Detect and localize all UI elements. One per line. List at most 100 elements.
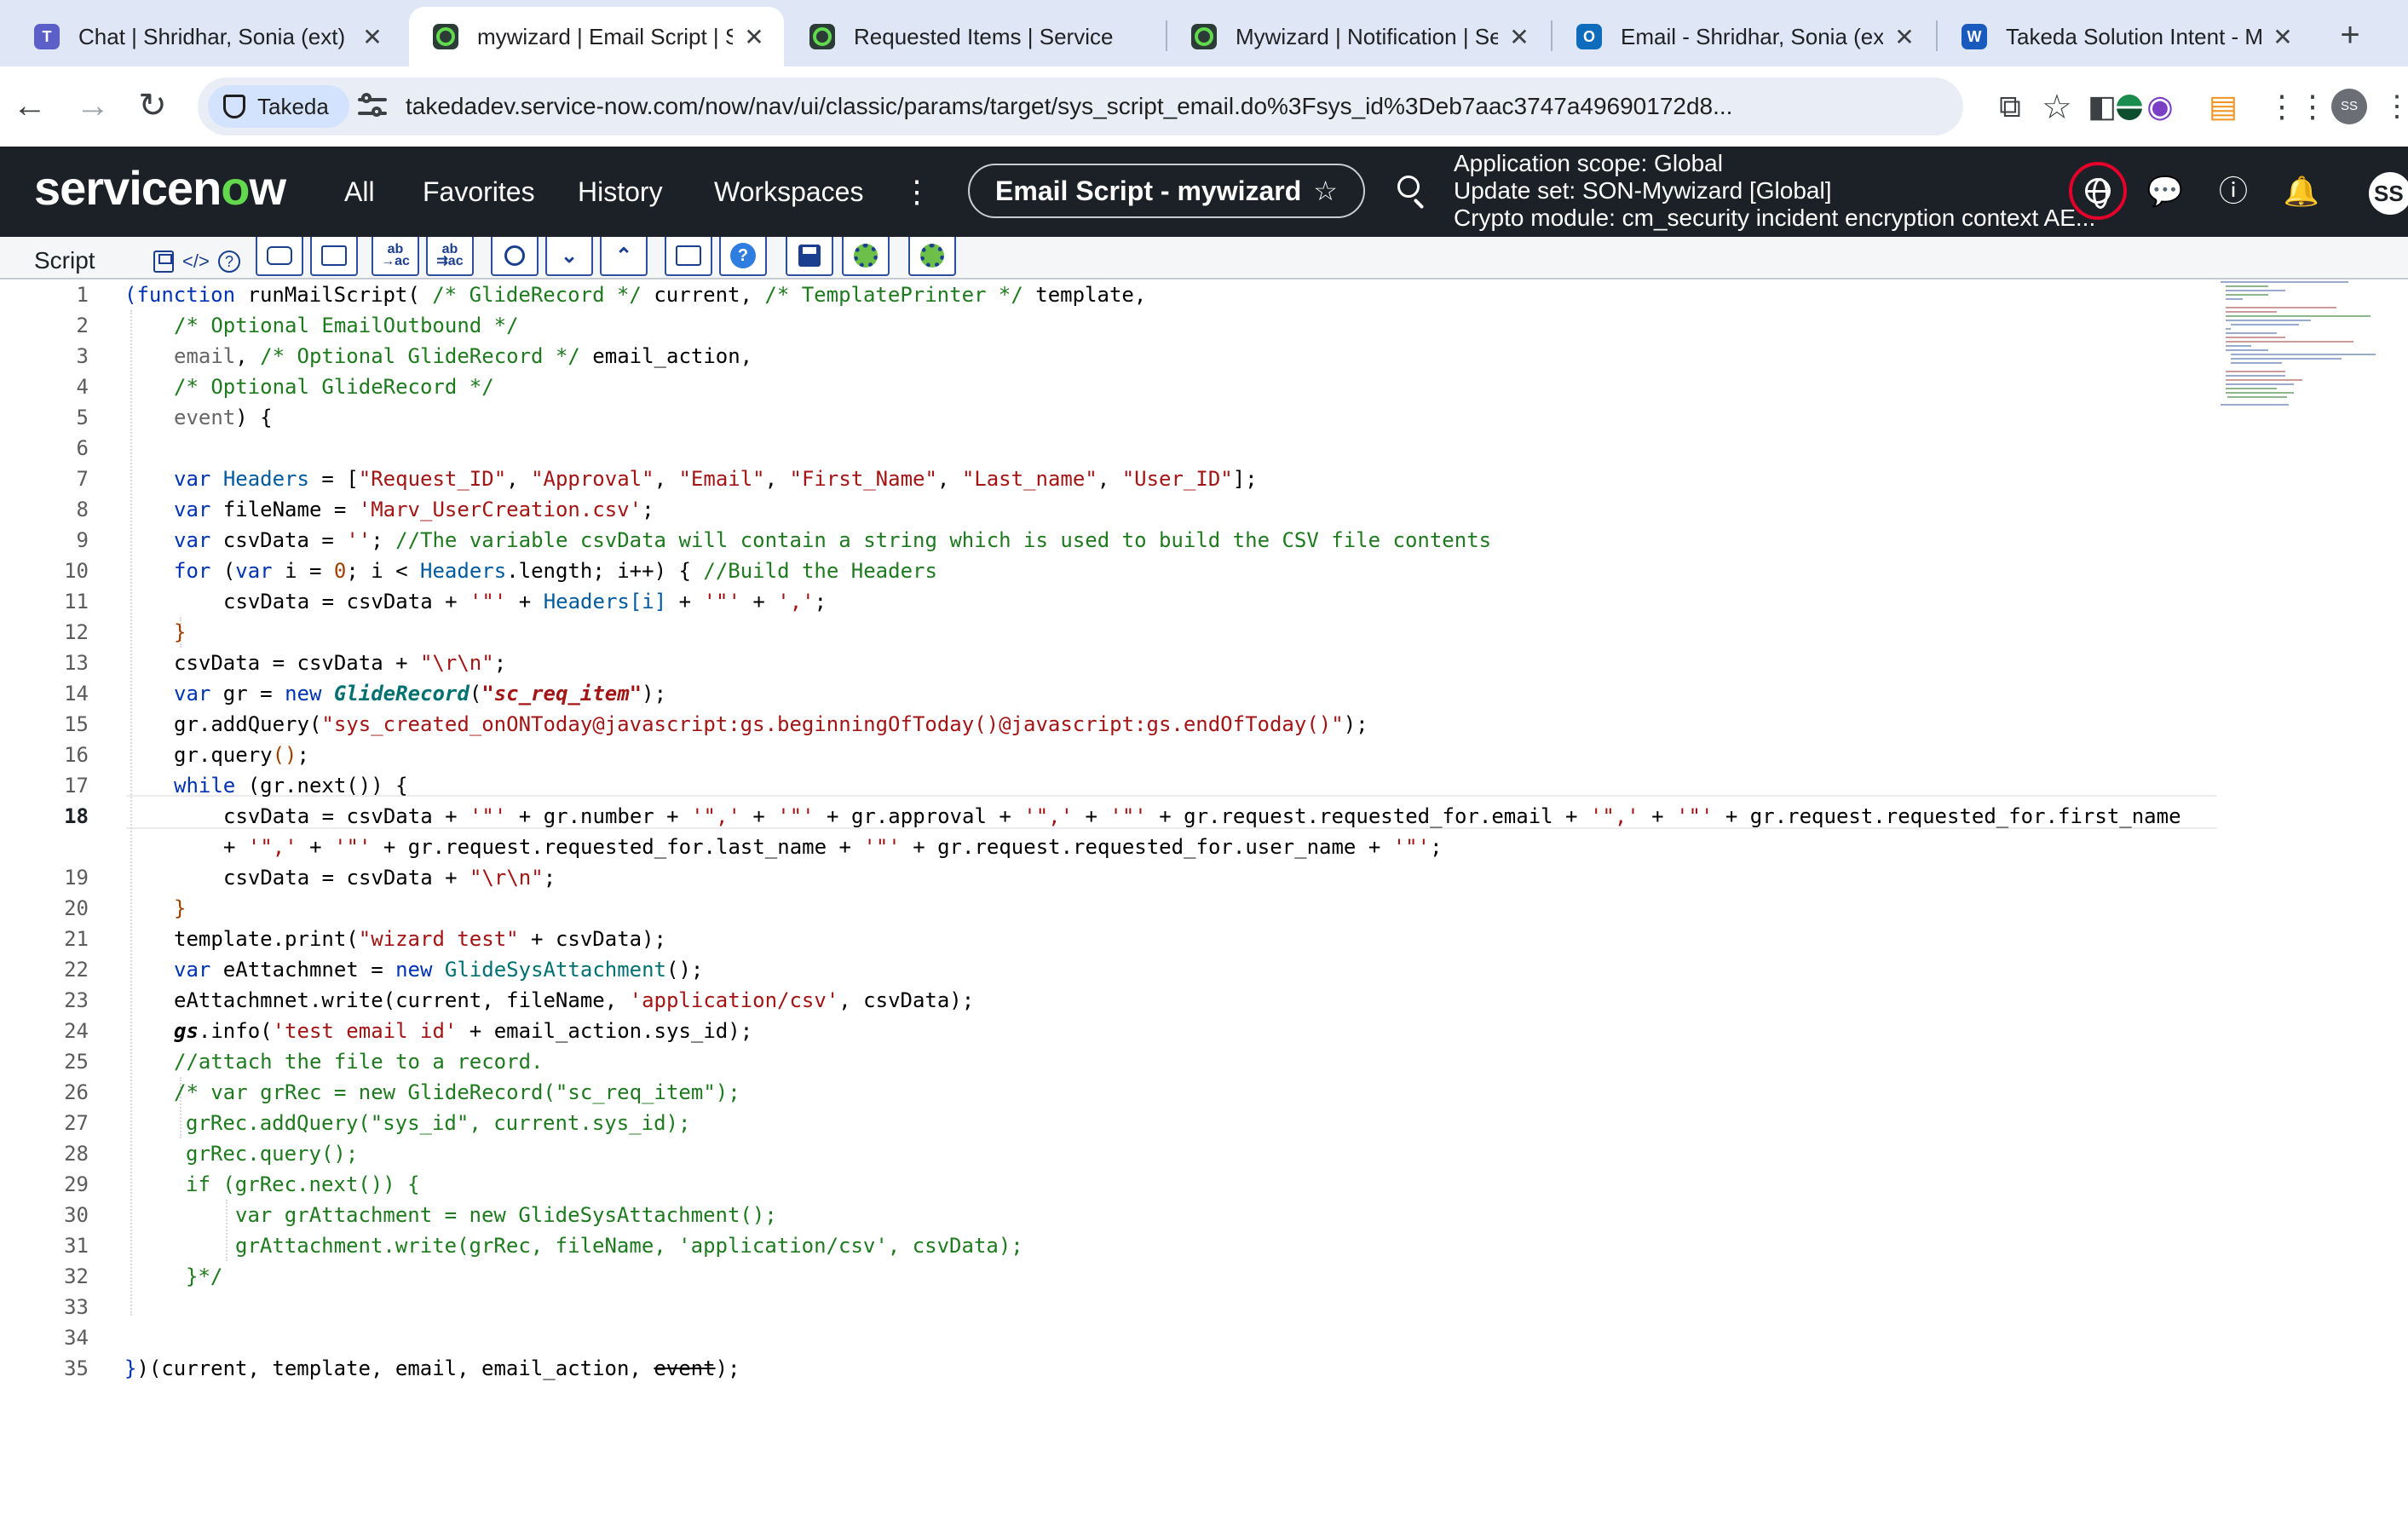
code-line[interactable]: gr.query(); [124, 740, 309, 770]
scope-info[interactable]: Application scope: Global Update set: SO… [1454, 150, 2095, 232]
back-arrow-icon[interactable]: ← [7, 84, 53, 130]
line-number: 28 [64, 1142, 89, 1166]
fullscreen-button[interactable] [665, 237, 712, 276]
close-icon[interactable]: ✕ [2270, 23, 2296, 51]
reload-icon[interactable]: ↻ [130, 84, 176, 130]
script-tracer-button[interactable] [908, 237, 956, 276]
record-title-pill[interactable]: Email Script - mywizard ☆ [968, 164, 1365, 218]
bookmark-star-icon[interactable]: ☆ [2042, 88, 2072, 127]
code-line[interactable]: var gr = new GlideRecord("sc_req_item"); [124, 678, 666, 709]
line-number: 32 [64, 1264, 89, 1288]
profile-avatar[interactable]: SS [2331, 89, 2367, 124]
code-line[interactable]: eAttachmnet.write(current, fileName, 'ap… [124, 985, 974, 1016]
close-icon[interactable]: ✕ [741, 23, 767, 51]
search-code-button[interactable] [491, 237, 539, 276]
code-line[interactable]: /* Optional EmailOutbound */ [124, 310, 519, 341]
globe-icon[interactable] [2085, 178, 2111, 209]
tab-label: Chat | Shridhar, Sonia (ext) [78, 23, 346, 49]
code-line[interactable]: /* var grRec = new GlideRecord("sc_req_i… [124, 1077, 740, 1108]
search-icon[interactable] [1397, 176, 1430, 210]
nav-all[interactable]: All [344, 147, 375, 237]
code-line[interactable]: grRec.query(); [124, 1138, 358, 1169]
code-line[interactable]: email, /* Optional GlideRecord */ email_… [124, 341, 752, 371]
code-line[interactable]: } [124, 893, 186, 924]
format-code-button[interactable] [310, 237, 358, 276]
site-chip-label: Takeda [257, 93, 329, 119]
line-number: 24 [64, 1019, 89, 1043]
close-icon[interactable]: ✕ [1892, 23, 1917, 51]
editor-help-button[interactable]: ? [719, 237, 767, 276]
code-line[interactable]: csvData = csvData + "\r\n"; [124, 862, 556, 893]
code-line[interactable]: var Headers = ["Request_ID", "Approval",… [124, 464, 1258, 494]
code-line[interactable]: (function runMailScript( /* GlideRecord … [124, 279, 1146, 310]
browser-tab-teams-chat[interactable]: T Chat | Shridhar, Sonia (ext) ✕ [10, 7, 402, 66]
code-line[interactable]: grRec.addQuery("sys_id", current.sys_id)… [124, 1108, 690, 1138]
code-line[interactable]: gr.addQuery("sys_created_onONToday@javas… [124, 709, 1368, 740]
code-line[interactable]: }*/ [124, 1261, 222, 1292]
word-icon: W [1962, 24, 1987, 49]
browser-tab-notification[interactable]: Mywizard | Notification | ServiceNow ✕ [1167, 7, 1549, 66]
code-line[interactable]: var csvData = ''; //The variable csvData… [124, 525, 1491, 556]
code-minimap[interactable] [2221, 279, 2376, 407]
code-line[interactable]: } [124, 617, 186, 648]
code-line[interactable]: while (gr.next()) { [124, 770, 408, 801]
replace-all-button[interactable]: ab ⇉ac [426, 237, 474, 276]
line-number: 5 [76, 406, 89, 429]
notes-extension-icon[interactable]: ▤ [2202, 85, 2244, 128]
apps-grid-icon[interactable]: ⋮⋮ [2267, 85, 2328, 128]
replace-button[interactable]: ab →ac [372, 237, 419, 276]
user-avatar[interactable]: SS [2369, 172, 2408, 215]
code-line[interactable]: /* Optional GlideRecord */ [124, 371, 494, 402]
find-previous-button[interactable]: ⌃ [600, 237, 648, 276]
code-line[interactable]: for (var i = 0; i < Headers.length; i++)… [124, 556, 937, 586]
address-bar[interactable]: Takeda takedadev.service-now.com/now/nav… [198, 78, 2142, 135]
save-script-icon[interactable] [153, 251, 174, 273]
servicenow-logo[interactable]: servicenow [34, 160, 286, 216]
browser-tab-requested-items[interactable]: Requested Items | ServiceNow [786, 7, 1164, 66]
code-line-current[interactable]: csvData = csvData + '"' + gr.number + '"… [124, 801, 2181, 832]
url-text[interactable]: takedadev.service-now.com/now/nav/ui/cla… [406, 78, 1871, 135]
notification-bell-icon[interactable]: 🔔 [2282, 172, 2321, 211]
more-menu-icon[interactable]: ⋮ [902, 147, 932, 237]
browser-tab-word-doc[interactable]: W Takeda Solution Intent - My ✕ [1938, 7, 2313, 66]
close-icon[interactable]: ✕ [1506, 23, 1532, 51]
code-line[interactable]: grAttachment.write(grRec, fileName, 'app… [124, 1230, 1023, 1261]
browser-menu-icon[interactable]: ⋮ [2382, 87, 2408, 126]
browser-tab-email-script[interactable]: mywizard | Email Script | ServiceNow ✕ [409, 7, 784, 66]
site-info-chip[interactable]: Takeda [208, 85, 349, 128]
line-number: 29 [64, 1172, 89, 1196]
code-line[interactable]: if (grRec.next()) { [124, 1169, 420, 1200]
save-button[interactable] [786, 237, 833, 276]
code-line-wrapped[interactable]: + '",' + '"' + gr.request.requested_for.… [124, 832, 1443, 862]
code-line[interactable]: event) { [124, 402, 273, 433]
site-settings-icon[interactable] [358, 93, 387, 120]
code-line[interactable]: })(current, template, email, email_actio… [124, 1353, 740, 1384]
camera-extension-icon[interactable]: ◉ [2139, 85, 2181, 128]
browser-tab-outlook-email[interactable]: O Email - Shridhar, Sonia (ext) ✕ [1553, 7, 1934, 66]
extensions-puzzle-icon[interactable]: ⧉ [1989, 85, 2031, 128]
nav-workspaces[interactable]: Workspaces [714, 147, 863, 237]
help-icon[interactable]: ⓘ [2214, 172, 2253, 211]
code-editor[interactable]: 1 2 3 4 5 6 7 8 9 10 11 12 13 14 15 16 1… [0, 279, 2408, 1532]
code-line[interactable]: var fileName = 'Marv_UserCreation.csv'; [124, 494, 654, 525]
code-line[interactable]: csvData = csvData + '"' + Headers[i] + '… [124, 586, 827, 617]
code-line[interactable]: gs.info('test email id' + email_action.s… [124, 1016, 752, 1046]
chat-bubbles-icon[interactable]: 💬 [2146, 172, 2185, 211]
nav-history[interactable]: History [578, 147, 663, 237]
code-line[interactable]: csvData = csvData + "\r\n"; [124, 648, 506, 678]
toggle-comment-button[interactable] [256, 237, 303, 276]
code-line[interactable]: //attach the file to a record. [124, 1046, 543, 1077]
code-toggle-icon[interactable]: </> [182, 249, 210, 274]
code-line[interactable]: var eAttachmnet = new GlideSysAttachment… [124, 954, 703, 985]
code-line[interactable]: template.print("wizard test" + csvData); [124, 924, 666, 954]
forward-arrow-icon[interactable]: → [70, 84, 116, 130]
field-help-icon[interactable]: ? [218, 251, 240, 273]
script-debugger-button[interactable] [842, 237, 890, 276]
nav-favorites[interactable]: Favorites [423, 147, 535, 237]
favorite-star-icon[interactable]: ☆ [1313, 175, 1338, 207]
find-next-button[interactable]: ⌄ [545, 237, 593, 276]
code-line[interactable]: var grAttachment = new GlideSysAttachmen… [124, 1200, 777, 1230]
close-icon[interactable]: ✕ [360, 23, 385, 51]
side-panel-icon[interactable]: ◧ [2081, 85, 2123, 128]
new-tab-button[interactable]: + [2326, 12, 2374, 60]
